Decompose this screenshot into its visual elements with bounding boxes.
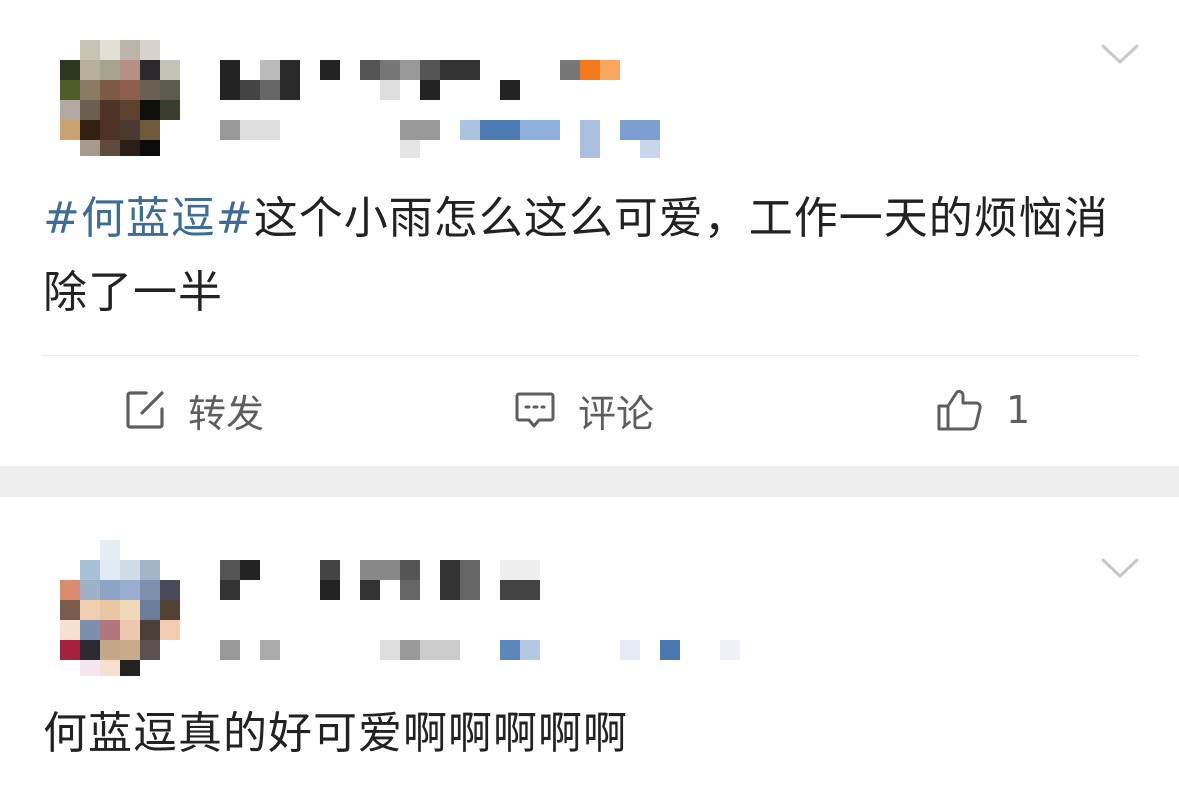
- post-text: #何蓝逗#这个小雨怎么这么可爱，工作一天的烦恼消除了一半: [43, 182, 1133, 330]
- divider: [42, 355, 1139, 356]
- chevron-down-icon[interactable]: [1100, 42, 1140, 68]
- comment-bubble-icon: [514, 389, 556, 431]
- share-edit-icon: [124, 389, 166, 431]
- avatar[interactable]: [60, 40, 180, 156]
- topic-link[interactable]: #何蓝逗#: [43, 193, 254, 244]
- post-meta-redacted: [220, 120, 670, 160]
- like-count: 1: [1006, 388, 1031, 432]
- author-name-redacted[interactable]: [220, 560, 550, 602]
- comment-button[interactable]: 评论: [514, 382, 654, 438]
- author-name-redacted[interactable]: [220, 60, 620, 102]
- avatar[interactable]: [60, 540, 180, 676]
- post-body-text: 何蓝逗真的好可爱啊啊啊啊啊: [43, 708, 628, 759]
- repost-button[interactable]: 转发: [124, 382, 264, 438]
- thumbs-up-icon: [936, 388, 984, 432]
- feed-separator: [0, 466, 1179, 497]
- like-button[interactable]: 1: [936, 382, 1030, 438]
- comment-label: 评论: [578, 391, 655, 436]
- post-card: #何蓝逗#这个小雨怎么这么可爱，工作一天的烦恼消除了一半 转发 评论 1: [0, 0, 1179, 466]
- repost-label: 转发: [188, 391, 265, 436]
- chevron-down-icon[interactable]: [1100, 556, 1140, 582]
- post-meta-redacted: [220, 640, 760, 664]
- post-text: 何蓝逗真的好可爱啊啊啊啊啊: [43, 697, 1133, 771]
